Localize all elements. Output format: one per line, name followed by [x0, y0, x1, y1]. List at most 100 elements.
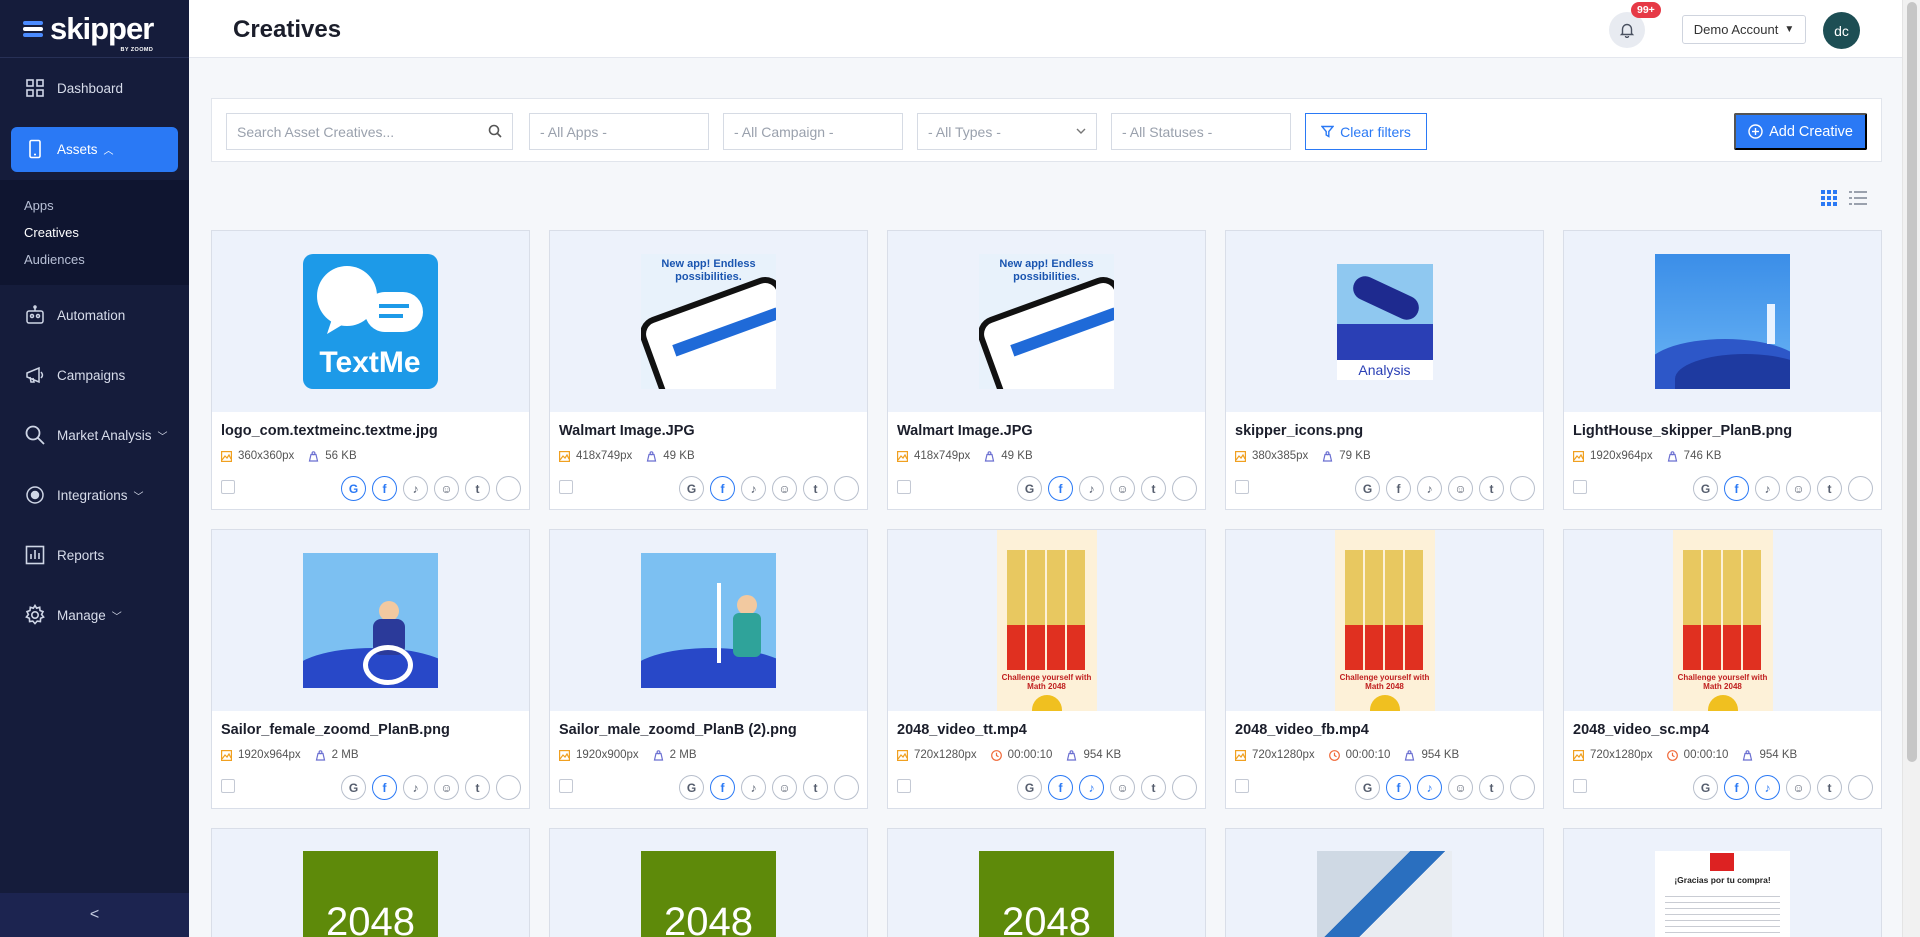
- types-filter[interactable]: - All Types -: [917, 113, 1097, 150]
- clear-filters-button[interactable]: Clear filters: [1305, 113, 1427, 150]
- google-icon[interactable]: G: [1017, 476, 1042, 501]
- add-creative-button[interactable]: Add Creative: [1734, 113, 1867, 150]
- apple-icon[interactable]: [496, 775, 521, 800]
- twitter-icon[interactable]: t: [803, 476, 828, 501]
- select-checkbox[interactable]: [559, 480, 573, 494]
- snapchat-icon[interactable]: ☺: [1448, 476, 1473, 501]
- twitter-icon[interactable]: t: [1141, 476, 1166, 501]
- creative-card[interactable]: Sailor_female_zoomd_PlanB.png 1920x964px…: [211, 529, 530, 809]
- sidebar-item-automation[interactable]: Automation: [0, 285, 189, 345]
- creative-card[interactable]: New app! Endless possibilities. Walmart …: [887, 230, 1206, 510]
- creative-card[interactable]: LightHouse_skipper_PlanB.png 1920x964px …: [1563, 230, 1882, 510]
- tiktok-icon[interactable]: ♪: [1755, 476, 1780, 501]
- twitter-icon[interactable]: t: [1479, 476, 1504, 501]
- select-checkbox[interactable]: [897, 779, 911, 793]
- google-icon[interactable]: G: [1693, 775, 1718, 800]
- search-input[interactable]: Search Asset Creatives...: [226, 113, 513, 150]
- sidebar-item-dashboard[interactable]: Dashboard: [0, 58, 189, 118]
- apple-icon[interactable]: [496, 476, 521, 501]
- creative-card[interactable]: 2048: [887, 828, 1206, 937]
- creative-thumbnail[interactable]: Challenge yourself with Math 2048: [1564, 530, 1881, 711]
- snapchat-icon[interactable]: ☺: [1448, 775, 1473, 800]
- tiktok-icon[interactable]: ♪: [1079, 775, 1104, 800]
- sidebar-item-reports[interactable]: Reports: [0, 525, 189, 585]
- tiktok-icon[interactable]: ♪: [403, 775, 428, 800]
- submenu-item-creatives[interactable]: Creatives: [24, 219, 189, 246]
- tiktok-icon[interactable]: ♪: [403, 476, 428, 501]
- select-checkbox[interactable]: [221, 480, 235, 494]
- facebook-icon[interactable]: f: [1386, 476, 1411, 501]
- google-icon[interactable]: G: [679, 775, 704, 800]
- submenu-item-audiences[interactable]: Audiences: [24, 246, 189, 273]
- creative-thumbnail[interactable]: [212, 530, 529, 711]
- select-checkbox[interactable]: [1235, 480, 1249, 494]
- sidebar-item-integrations[interactable]: Integrations ﹀: [0, 465, 189, 525]
- creative-card[interactable]: Challenge yourself with Math 2048 2048_v…: [1225, 529, 1544, 809]
- facebook-icon[interactable]: f: [1724, 476, 1749, 501]
- sidebar-item-campaigns[interactable]: Campaigns: [0, 345, 189, 405]
- creative-card[interactable]: ¡Gracias por tu compra!: [1563, 828, 1882, 937]
- snapchat-icon[interactable]: ☺: [772, 775, 797, 800]
- facebook-icon[interactable]: f: [710, 476, 735, 501]
- google-icon[interactable]: G: [1693, 476, 1718, 501]
- tiktok-icon[interactable]: ♪: [1755, 775, 1780, 800]
- twitter-icon[interactable]: t: [465, 476, 490, 501]
- creative-thumbnail[interactable]: New app! Endless possibilities.: [888, 231, 1205, 412]
- facebook-icon[interactable]: f: [1386, 775, 1411, 800]
- twitter-icon[interactable]: t: [1479, 775, 1504, 800]
- avatar[interactable]: dc: [1823, 12, 1860, 49]
- tiktok-icon[interactable]: ♪: [1079, 476, 1104, 501]
- google-icon[interactable]: G: [1355, 476, 1380, 501]
- creative-thumbnail[interactable]: [550, 530, 867, 711]
- creative-card[interactable]: Analysis skipper_icons.png 380x385px 79 …: [1225, 230, 1544, 510]
- submenu-item-apps[interactable]: Apps: [24, 192, 189, 219]
- creative-thumbnail[interactable]: Challenge yourself with Math 2048: [888, 530, 1205, 711]
- tiktok-icon[interactable]: ♪: [741, 476, 766, 501]
- apple-icon[interactable]: [1172, 775, 1197, 800]
- sidebar-item-manage[interactable]: Manage ﹀: [0, 585, 189, 645]
- creative-thumbnail[interactable]: 2048: [212, 829, 529, 937]
- apple-icon[interactable]: [834, 775, 859, 800]
- creative-thumbnail[interactable]: [1226, 829, 1543, 937]
- sidebar-collapse-button[interactable]: <: [0, 893, 189, 937]
- google-icon[interactable]: G: [341, 775, 366, 800]
- tiktok-icon[interactable]: ♪: [741, 775, 766, 800]
- facebook-icon[interactable]: f: [372, 775, 397, 800]
- select-checkbox[interactable]: [559, 779, 573, 793]
- apple-icon[interactable]: [1510, 476, 1535, 501]
- google-icon[interactable]: G: [1355, 775, 1380, 800]
- list-view-icon[interactable]: [1848, 189, 1868, 207]
- twitter-icon[interactable]: t: [1817, 775, 1842, 800]
- scrollbar-thumb[interactable]: [1907, 2, 1917, 762]
- select-checkbox[interactable]: [897, 480, 911, 494]
- facebook-icon[interactable]: f: [1724, 775, 1749, 800]
- sidebar-item-assets[interactable]: Assets ︿: [0, 118, 189, 180]
- twitter-icon[interactable]: t: [465, 775, 490, 800]
- apple-icon[interactable]: [1848, 476, 1873, 501]
- apple-icon[interactable]: [1848, 775, 1873, 800]
- creative-thumbnail[interactable]: New app! Endless possibilities.: [550, 231, 867, 412]
- creative-card[interactable]: [1225, 828, 1544, 937]
- select-checkbox[interactable]: [221, 779, 235, 793]
- creative-thumbnail[interactable]: 2048: [888, 829, 1205, 937]
- facebook-icon[interactable]: f: [372, 476, 397, 501]
- google-icon[interactable]: G: [1017, 775, 1042, 800]
- apps-filter[interactable]: - All Apps -: [529, 113, 709, 150]
- creative-card[interactable]: New app! Endless possibilities. Walmart …: [549, 230, 868, 510]
- tiktok-icon[interactable]: ♪: [1417, 476, 1442, 501]
- tiktok-icon[interactable]: ♪: [1417, 775, 1442, 800]
- creative-thumbnail[interactable]: ¡Gracias por tu compra!: [1564, 829, 1881, 937]
- creative-card[interactable]: TextMe logo_com.textmeinc.textme.jpg 360…: [211, 230, 530, 510]
- select-checkbox[interactable]: [1573, 480, 1587, 494]
- facebook-icon[interactable]: f: [1048, 476, 1073, 501]
- logo[interactable]: skipper BY ZOOMD: [0, 0, 189, 58]
- apple-icon[interactable]: [834, 476, 859, 501]
- campaign-filter[interactable]: - All Campaign -: [723, 113, 903, 150]
- statuses-filter[interactable]: - All Statuses -: [1111, 113, 1291, 150]
- creative-thumbnail[interactable]: Analysis: [1226, 231, 1543, 412]
- snapchat-icon[interactable]: ☺: [772, 476, 797, 501]
- creative-thumbnail[interactable]: Challenge yourself with Math 2048: [1226, 530, 1543, 711]
- facebook-icon[interactable]: f: [1048, 775, 1073, 800]
- creative-thumbnail[interactable]: TextMe: [212, 231, 529, 412]
- twitter-icon[interactable]: t: [1141, 775, 1166, 800]
